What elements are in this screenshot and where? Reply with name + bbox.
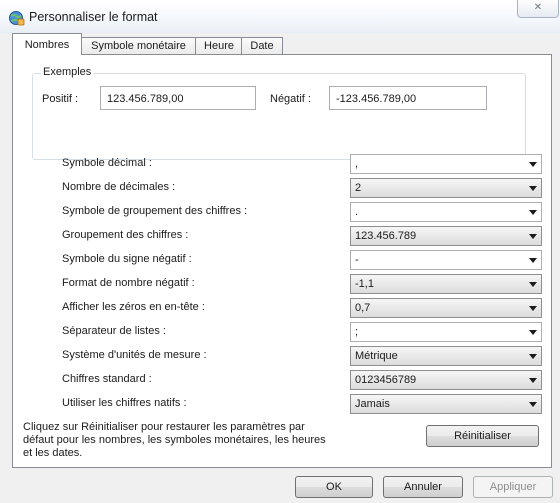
decimal-symbol-label: Symbole décimal : — [62, 157, 152, 169]
decimal-count-label: Nombre de décimales : — [62, 181, 176, 193]
tab-time[interactable]: Heure — [195, 37, 243, 55]
chevron-down-icon — [529, 282, 537, 287]
chevron-down-icon — [529, 330, 537, 335]
native-digits-value: Jamais — [355, 398, 390, 410]
decimal-symbol-value: , — [355, 158, 359, 170]
chevron-down-icon — [529, 378, 537, 383]
cancel-button[interactable]: Annuler — [383, 476, 463, 498]
chevron-down-icon — [529, 306, 537, 311]
leading-zeros-label: Afficher les zéros en en-tête : — [62, 301, 205, 313]
ok-button[interactable]: OK — [295, 476, 373, 498]
list-separator-label: Séparateur de listes : — [62, 325, 166, 337]
tab-currency[interactable]: Symbole monétaire — [80, 37, 197, 55]
chevron-down-icon — [529, 402, 537, 407]
window-title: Personnaliser le format — [29, 10, 158, 24]
leading-zeros-value: 0,7 — [355, 302, 371, 314]
title-bar: Personnaliser le format ✕ — [0, 0, 560, 33]
chevron-down-icon — [529, 210, 537, 215]
chevron-down-icon — [529, 186, 537, 191]
standard-digits-label: Chiffres standard : — [62, 373, 152, 385]
negative-example-field: -123.456.789,00 — [329, 86, 487, 110]
negative-sign-select[interactable]: - — [350, 250, 542, 270]
measurement-system-label: Système d'unités de mesure : — [62, 349, 207, 361]
chevron-down-icon — [529, 258, 537, 263]
measurement-system-value: Métrique — [355, 350, 398, 362]
decimal-symbol-select[interactable]: , — [350, 154, 542, 174]
apply-button[interactable]: Appliquer — [473, 476, 553, 498]
native-digits-select[interactable]: Jamais — [350, 394, 542, 414]
standard-digits-select[interactable]: 0123456789 — [350, 370, 542, 390]
digit-grouping-value: 123.456.789 — [355, 230, 417, 242]
reset-info-text: Cliquez sur Réinitialiser pour restaurer… — [23, 421, 413, 460]
chevron-down-icon — [529, 162, 537, 167]
negative-sign-value: - — [355, 254, 359, 266]
positive-example-field: 123.456.789,00 — [100, 86, 256, 110]
examples-group: Exemples Positif : 123.456.789,00 Négati… — [32, 66, 526, 160]
numbers-panel: Exemples Positif : 123.456.789,00 Négati… — [12, 54, 552, 468]
negative-format-label: Format de nombre négatif : — [62, 277, 195, 289]
chevron-down-icon — [529, 234, 537, 239]
reset-info-line-2: défaut pour les nombres, les symboles mo… — [23, 434, 326, 446]
leading-zeros-select[interactable]: 0,7 — [350, 298, 542, 318]
examples-legend: Exemples — [41, 66, 94, 78]
chevron-down-icon — [529, 354, 537, 359]
digit-grouping-select[interactable]: 123.456.789 — [350, 226, 542, 246]
decimal-count-select[interactable]: 2 — [350, 178, 542, 198]
tab-date[interactable]: Date — [241, 37, 283, 55]
negative-sign-label: Symbole du signe négatif : — [62, 253, 192, 265]
close-icon: ✕ — [533, 2, 543, 13]
grouping-symbol-select[interactable]: . — [350, 202, 542, 222]
negative-label: Négatif : — [270, 93, 311, 105]
tab-numbers[interactable]: Nombres — [12, 33, 82, 55]
reset-info-line-1: Cliquez sur Réinitialiser pour restaurer… — [23, 421, 305, 433]
native-digits-label: Utiliser les chiffres natifs : — [62, 397, 187, 409]
negative-format-select[interactable]: -1,1 — [350, 274, 542, 294]
decimal-count-value: 2 — [355, 182, 362, 194]
list-separator-select[interactable]: ; — [350, 322, 542, 342]
globe-settings-icon — [9, 11, 25, 26]
standard-digits-value: 0123456789 — [355, 374, 417, 386]
grouping-symbol-label: Symbole de groupement des chiffres : — [62, 205, 248, 217]
list-separator-value: ; — [355, 326, 359, 338]
grouping-symbol-value: . — [355, 206, 359, 218]
reset-info-line-3: et les dates. — [23, 447, 83, 459]
close-button[interactable]: ✕ — [517, 0, 559, 18]
negative-format-value: -1,1 — [355, 278, 374, 290]
reset-button[interactable]: Réinitialiser — [426, 425, 539, 447]
digit-grouping-label: Groupement des chiffres : — [62, 229, 189, 241]
customize-format-dialog: Personnaliser le format ✕ Nombres Symbol… — [0, 0, 560, 503]
positive-label: Positif : — [42, 93, 79, 105]
measurement-system-select[interactable]: Métrique — [350, 346, 542, 366]
